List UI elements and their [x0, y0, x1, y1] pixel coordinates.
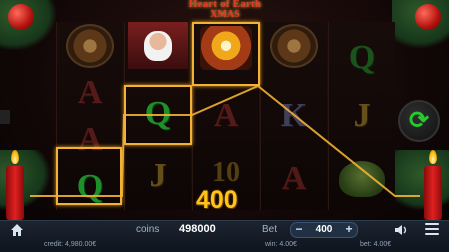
sound-icon[interactable] [394, 223, 408, 237]
win-amount: 400 [196, 186, 238, 214]
bet-increase-button[interactable]: + [342, 223, 356, 237]
game-scene: Heart of Earth XMAS A A Q Q J A 10 K A Q… [0, 0, 449, 252]
bet-readout: bet: 4.00€ [360, 241, 392, 248]
spin-button[interactable]: ⟳ [398, 100, 440, 142]
refresh-icon: ⟳ [408, 107, 430, 134]
coins-label: coins [136, 224, 160, 235]
home-icon[interactable] [10, 223, 24, 237]
win-readout: win: 4.00€ [265, 241, 297, 248]
credit-readout: credit: 4,980.00€ [44, 241, 97, 248]
bet-label: Bet [262, 224, 278, 235]
bet-stepper: − 400 + [290, 222, 358, 238]
coins-value: 498000 [179, 223, 216, 235]
menu-icon[interactable] [425, 223, 439, 235]
bet-value: 400 [315, 224, 333, 235]
bet-decrease-button[interactable]: − [292, 223, 306, 237]
